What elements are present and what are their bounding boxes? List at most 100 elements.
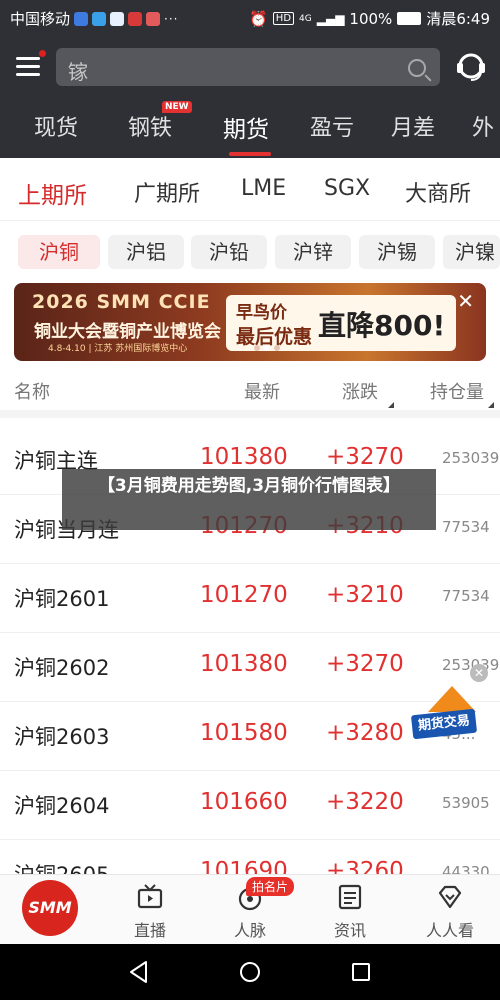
chip-copper[interactable]: 沪铜 xyxy=(18,235,100,269)
tab-profit-loss[interactable]: 盈亏 xyxy=(310,110,354,142)
banner-discount: 直降800! xyxy=(318,309,446,342)
contract-name: 沪铜2601 xyxy=(14,587,110,611)
contract-name: 沪铜2604 xyxy=(14,794,110,818)
col-header-oi[interactable]: 持仓量 xyxy=(430,378,484,404)
exchange-lme[interactable]: LME xyxy=(241,176,286,201)
latest-price: 101580 xyxy=(200,720,288,746)
chip-nickel[interactable]: 沪镍 xyxy=(443,235,500,269)
banner-event-date: 4.8-4.10 | 江苏 苏州国际博览中心 xyxy=(48,344,188,354)
col-header-latest[interactable]: 最新 xyxy=(244,378,280,404)
search-icon[interactable] xyxy=(408,59,426,77)
futures-trade-button[interactable]: 期货交易 ✕ xyxy=(410,664,488,750)
article-title-overlay: 【3月铜费用走势图,3月铜价行情图表】 xyxy=(62,469,436,530)
price-change: +3280 xyxy=(326,720,404,746)
price-change: +3260 xyxy=(326,858,404,874)
chip-lead[interactable]: 沪铅 xyxy=(191,235,267,269)
rocket-icon xyxy=(428,686,476,712)
contract-name: 沪铜2603 xyxy=(14,725,110,749)
exchange-dce[interactable]: 大商所 xyxy=(405,176,471,208)
latest-price: 101690 xyxy=(200,858,288,874)
network-type: 4G xyxy=(299,13,312,24)
business-card-badge[interactable]: 拍名片 xyxy=(246,877,295,896)
home-icon[interactable] xyxy=(239,961,261,983)
tab-news[interactable]: 资讯 xyxy=(300,875,400,945)
tab-live[interactable]: 直播 xyxy=(100,875,200,945)
exchange-shfe[interactable]: 上期所 xyxy=(18,176,87,210)
battery-percent: 100% xyxy=(349,9,393,28)
col-header-name: 名称 xyxy=(14,382,50,403)
sort-icon[interactable] xyxy=(488,402,494,408)
open-interest: 44330 xyxy=(442,863,490,874)
latest-price: 101270 xyxy=(200,582,288,608)
price-change: +3220 xyxy=(326,789,404,815)
open-interest: 77534 xyxy=(442,518,490,536)
tab-steel[interactable]: 钢铁 xyxy=(128,110,172,142)
table-row[interactable]: 沪铜2604 101660 +3220 53905 xyxy=(0,770,500,840)
clock: 清晨6:49 xyxy=(426,10,490,28)
close-icon[interactable]: ✕ xyxy=(470,664,488,682)
main-nav: 现货 钢铁 期货 盈亏 月差 外 xyxy=(0,106,500,158)
chip-tin[interactable]: 沪锡 xyxy=(359,235,435,269)
image-icon xyxy=(110,11,125,26)
tab-foreign[interactable]: 外 xyxy=(472,110,494,142)
signal-icon: ▂▄▆ xyxy=(316,11,345,26)
banner-event-title: 2026 SMM CCIE xyxy=(32,291,211,313)
futures-trade-label: 期货交易 xyxy=(410,708,478,740)
customer-service-icon[interactable] xyxy=(454,49,488,83)
app-icon xyxy=(146,11,161,26)
chip-aluminium[interactable]: 沪铝 xyxy=(108,235,184,269)
price-change: +3270 xyxy=(326,651,404,677)
status-bar: 中国移动 ··· ⏰ HD 4G ▂▄▆ 100% 清晨6:49 xyxy=(0,0,500,34)
price-change: +3270 xyxy=(326,444,404,470)
tv-icon xyxy=(137,884,163,909)
tab-month-spread[interactable]: 月差 xyxy=(391,110,435,142)
open-interest: 77534 xyxy=(442,587,490,605)
tab-live-label: 直播 xyxy=(133,921,166,940)
app-notification-icon xyxy=(74,11,89,26)
recents-icon[interactable] xyxy=(351,962,371,982)
promo-banner[interactable]: 2026 SMM CCIE 铜业大会暨铜产业博览会 4.8-4.10 | 江苏 … xyxy=(14,283,486,361)
notification-dot xyxy=(39,50,46,57)
exchange-gfex[interactable]: 广期所 xyxy=(134,176,200,208)
banner-pagination xyxy=(254,345,280,351)
table-row[interactable]: 沪铜2601 101270 +3210 77534 xyxy=(0,563,500,633)
smm-home-logo[interactable]: SMM xyxy=(22,880,78,936)
latest-price: 101660 xyxy=(200,789,288,815)
search-input[interactable]: 镓 xyxy=(56,48,440,86)
active-tab-indicator xyxy=(229,152,271,156)
news-icon xyxy=(128,11,143,26)
telegram-icon xyxy=(92,11,107,26)
open-interest: 253039 xyxy=(442,449,500,467)
alarm-icon: ⏰ xyxy=(249,9,268,28)
menu-icon[interactable] xyxy=(16,56,42,78)
divider xyxy=(0,220,500,221)
open-interest: 53905 xyxy=(442,794,490,812)
banner-close-icon[interactable]: ✕ xyxy=(457,289,474,313)
tab-news-label: 资讯 xyxy=(333,921,366,940)
new-badge: NEW xyxy=(162,101,192,113)
system-navigation-bar xyxy=(0,944,500,1000)
tab-everyone-watch[interactable]: 人人看 xyxy=(400,875,500,945)
tab-spot[interactable]: 现货 xyxy=(34,110,78,142)
tab-futures[interactable]: 期货 xyxy=(223,110,269,144)
back-icon[interactable] xyxy=(128,960,150,984)
exchange-sgx[interactable]: SGX xyxy=(324,176,370,201)
banner-early-bird: 早鸟价 xyxy=(236,303,287,323)
diamond-icon xyxy=(438,885,462,909)
latest-price: 101380 xyxy=(200,444,288,470)
chip-zinc[interactable]: 沪锌 xyxy=(275,235,351,269)
price-change: +3210 xyxy=(326,582,404,608)
tab-network-label: 人脉 xyxy=(233,921,266,940)
latest-price: 101380 xyxy=(200,651,288,677)
news-icon xyxy=(338,884,362,910)
battery-icon xyxy=(397,12,422,25)
divider xyxy=(0,410,500,418)
tab-everyone-watch-label: 人人看 xyxy=(425,921,474,940)
banner-event-name: 铜业大会暨铜产业博览会 xyxy=(34,322,221,342)
col-header-change[interactable]: 涨跌 xyxy=(342,378,378,404)
more-notifications: ··· xyxy=(164,11,179,26)
table-row[interactable]: 沪铜2605 101690 +3260 44330 xyxy=(0,839,500,874)
carrier-label: 中国移动 xyxy=(10,10,71,28)
sort-icon[interactable] xyxy=(388,402,394,408)
banner-offer-box: 早鸟价 最后优惠 直降800! xyxy=(226,295,456,351)
